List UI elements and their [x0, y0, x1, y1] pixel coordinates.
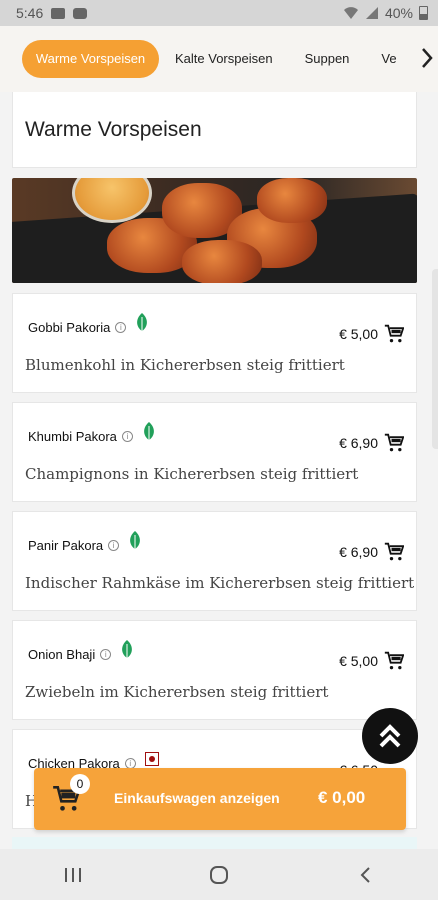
item-price: € 6,90	[339, 435, 378, 451]
menu-item[interactable]: Khumbi Pakora i € 6,90 Champignons in Ki…	[12, 402, 417, 502]
veg-leaf-icon	[137, 312, 148, 333]
back-button[interactable]	[345, 855, 385, 895]
add-to-cart-icon[interactable]	[384, 542, 404, 562]
status-bar: 5:46 40%	[0, 0, 438, 26]
status-time: 5:46	[16, 5, 44, 21]
tab-kalte-vorspeisen[interactable]: Kalte Vorspeisen	[159, 41, 289, 77]
info-icon[interactable]: i	[121, 431, 133, 442]
item-name: Gobbi Pakoria	[28, 320, 111, 335]
gallery-icon	[51, 7, 66, 19]
item-name: Khumbi Pakora	[28, 429, 117, 444]
item-price: € 6,90	[339, 544, 378, 560]
cart-label: Einkaufswagen anzeigen	[114, 790, 280, 806]
veg-leaf-icon	[144, 421, 154, 442]
next-section-card	[12, 837, 417, 849]
info-icon[interactable]: i	[108, 540, 120, 551]
home-icon	[210, 865, 228, 884]
wifi-icon	[343, 7, 358, 19]
double-chevron-up-icon	[379, 724, 401, 748]
recent-apps-button[interactable]	[53, 855, 93, 895]
item-description: Blumenkohl in Kichererbsen steig frittie…	[25, 356, 345, 374]
item-description: Zwiebeln im Kichererbsen steig frittiert	[25, 683, 329, 701]
add-to-cart-icon[interactable]	[384, 324, 404, 344]
info-icon[interactable]: i	[115, 322, 127, 333]
veg-leaf-icon	[122, 639, 133, 660]
chevron-right-icon	[422, 48, 433, 68]
menu-item[interactable]: Gobbi Pakoria i € 5,00 Blumenkohl in Kic…	[12, 293, 417, 393]
item-name: Onion Bhaji	[28, 647, 96, 662]
cart-total: € 0,00	[318, 788, 366, 807]
tab-warme-vorspeisen[interactable]: Warme Vorspeisen	[22, 40, 159, 78]
section-hero-image	[12, 178, 417, 283]
view-cart-button[interactable]: 0 Einkaufswagen anzeigen € 0,00	[34, 768, 406, 830]
recent-apps-icon	[65, 867, 81, 882]
category-tabs: Warme Vorspeisen Kalte Vorspeisen Suppen…	[0, 26, 438, 92]
item-price: € 5,00	[339, 326, 378, 342]
veg-leaf-icon	[130, 530, 141, 551]
scroll-to-top-button[interactable]	[362, 708, 418, 764]
home-button[interactable]	[199, 855, 239, 895]
tab-suppen[interactable]: Suppen	[289, 41, 366, 77]
item-description: Champignons in Kichererbsen steig fritti…	[25, 465, 359, 483]
menu-item[interactable]: Panir Pakora i € 6,90 Indischer Rahmkäse…	[12, 511, 417, 611]
menu-item[interactable]: Onion Bhaji i € 5,00 Zwiebeln im Kichere…	[12, 620, 417, 720]
tab-vegetarisch[interactable]: Ve	[365, 41, 412, 77]
signal-icon	[365, 7, 378, 19]
item-price: € 5,00	[339, 653, 378, 669]
section-header: Warme Vorspeisen	[12, 92, 417, 168]
add-to-cart-icon[interactable]	[384, 433, 404, 453]
non-veg-icon	[144, 751, 159, 766]
add-to-cart-icon[interactable]	[384, 651, 404, 671]
battery-percent: 40%	[384, 5, 413, 21]
battery-icon	[419, 6, 428, 20]
tabs-scroll-right[interactable]	[416, 38, 438, 78]
youtube-icon	[73, 7, 88, 19]
cart-count-badge: 0	[70, 774, 90, 794]
system-nav-bar	[0, 849, 438, 900]
info-icon[interactable]: i	[100, 649, 112, 660]
edge-panel-handle[interactable]	[432, 269, 438, 449]
section-title: Warme Vorspeisen	[25, 118, 202, 141]
back-icon	[360, 866, 370, 883]
item-description: Indischer Rahmkäse im Kichererbsen steig…	[25, 574, 415, 592]
item-name: Panir Pakora	[28, 538, 104, 553]
